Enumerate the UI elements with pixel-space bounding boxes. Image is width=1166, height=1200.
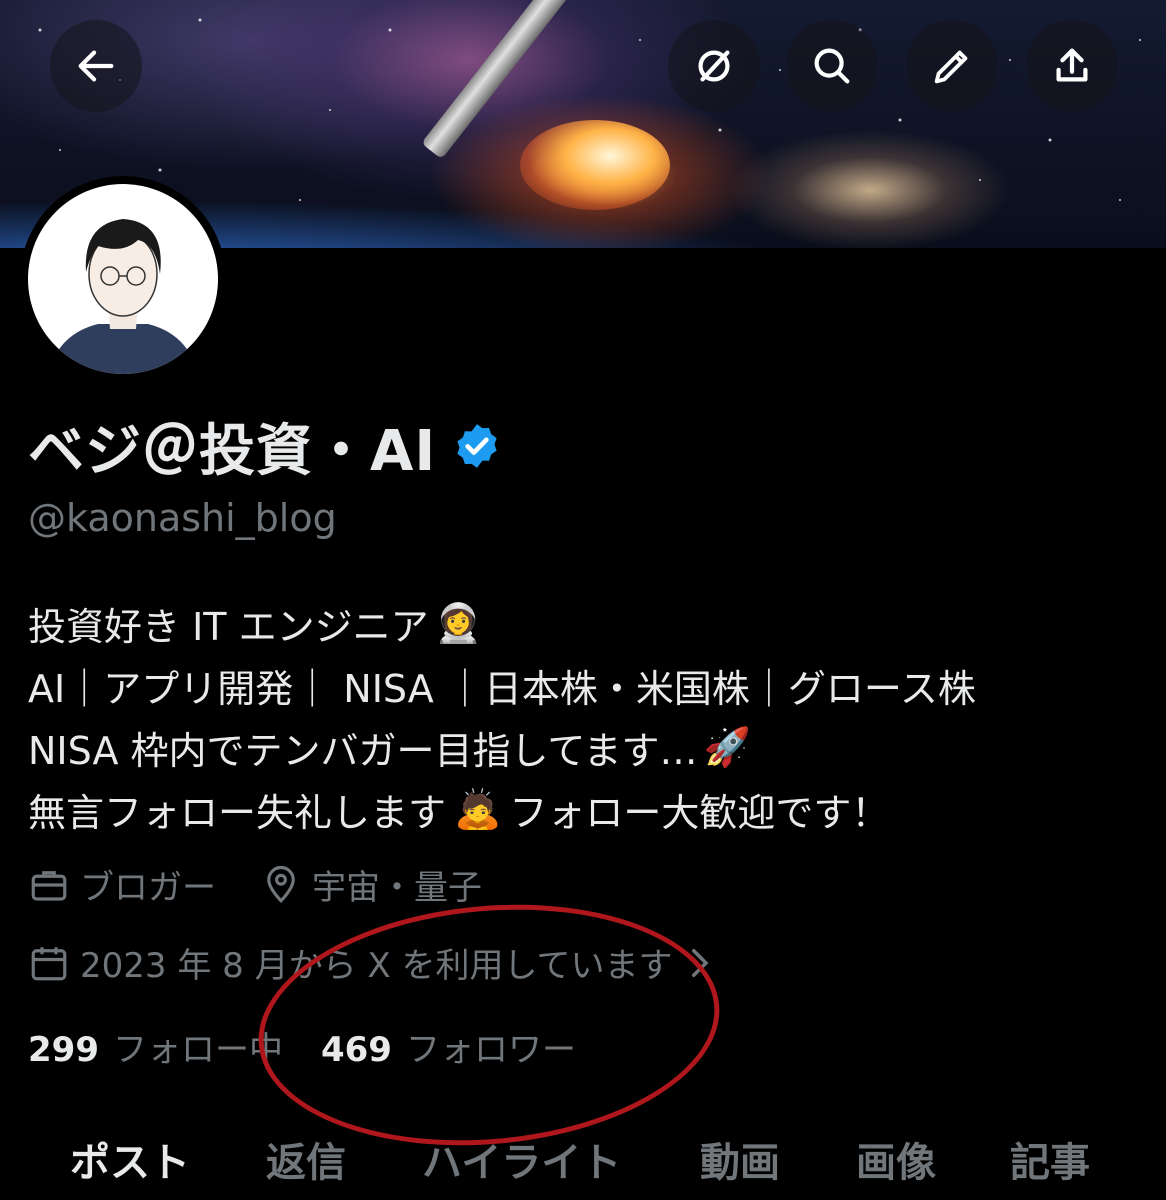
rocket-flame <box>520 120 670 210</box>
bio-line-1: 投資好き IT エンジニア 👩‍🚀 <box>28 596 482 651</box>
following-label[interactable]: フォロー中 <box>113 1022 283 1071</box>
profile-meta-row: ブロガー 宇宙・量子 <box>28 860 526 909</box>
profile-name-row: ベジ＠投資・AI <box>28 410 502 484</box>
verified-badge-icon[interactable] <box>452 421 502 471</box>
share-button[interactable] <box>1026 20 1118 112</box>
arrow-left-icon <box>78 50 114 82</box>
profile-handle: @kaonashi_blog <box>28 496 337 540</box>
astronaut-emoji-icon: 👩‍🚀 <box>434 601 482 645</box>
avatar[interactable] <box>20 176 226 382</box>
bio-text-3: NISA 枠内でテンバガー目指してます… <box>28 729 698 773</box>
bio-text-4: 無言フォロー失礼します <box>28 791 447 835</box>
bio-text-5: フォロー大歓迎です！ <box>509 791 890 835</box>
grok-button[interactable] <box>668 20 760 112</box>
bio-line-3: NISA 枠内でテンバガー目指してます… 🚀 <box>28 720 751 775</box>
grok-icon <box>698 50 730 82</box>
rocket-emoji-icon: 🚀 <box>703 725 751 769</box>
profile-tabs: ポスト 返信 ハイライト 動画 画像 記事 <box>0 1120 1166 1200</box>
bio-text-1: 投資好き IT エンジニア <box>28 605 429 649</box>
search-icon <box>814 48 850 84</box>
location-label: 宇宙・量子 <box>312 868 482 908</box>
search-button[interactable] <box>786 20 878 112</box>
display-name: ベジ＠投資・AI <box>28 418 437 484</box>
tab-videos[interactable]: 動画 <box>700 1130 780 1188</box>
calendar-icon <box>31 946 67 980</box>
location-item: 宇宙・量子 <box>260 860 482 909</box>
bio-line-2: AI｜アプリ開発｜ NISA ｜日本株・米国株｜グロース株 <box>28 658 976 713</box>
tab-highlights[interactable]: ハイライト <box>422 1130 621 1188</box>
bowing-emoji-icon: 🙇 <box>454 787 502 831</box>
profession-item: ブロガー <box>28 860 216 909</box>
profession-label: ブロガー <box>80 868 216 908</box>
share-icon <box>1056 48 1088 82</box>
bio-text-2: AI｜アプリ開発｜ NISA ｜日本株・米国株｜グロース株 <box>28 667 976 711</box>
location-pin-icon <box>267 865 295 903</box>
following-count[interactable]: 299 <box>28 1030 99 1070</box>
avatar-image <box>28 184 218 374</box>
bio-line-4: 無言フォロー失礼します 🙇 フォロー大歓迎です！ <box>28 782 889 837</box>
edit-button[interactable] <box>906 20 998 112</box>
briefcase-icon <box>31 870 67 901</box>
tab-images[interactable]: 画像 <box>856 1130 936 1188</box>
tab-posts[interactable]: ポスト <box>70 1130 190 1188</box>
pencil-icon <box>934 50 968 84</box>
back-button[interactable] <box>50 20 142 112</box>
tab-articles[interactable]: 記事 <box>1010 1130 1090 1188</box>
tab-replies[interactable]: 返信 <box>266 1130 346 1188</box>
